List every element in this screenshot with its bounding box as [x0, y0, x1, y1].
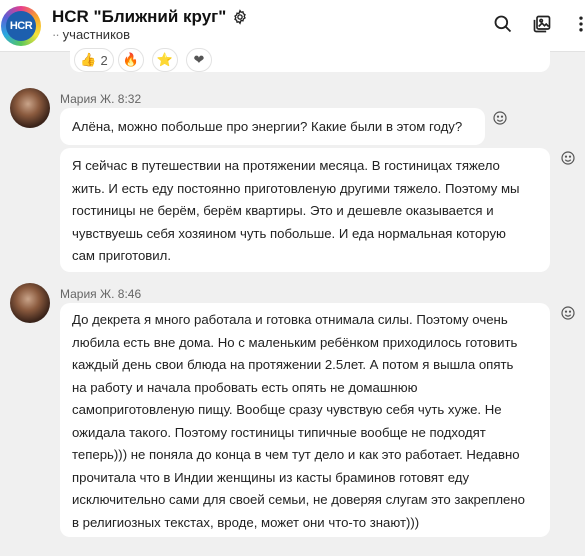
add-reaction-icon[interactable]	[560, 150, 576, 166]
message-line: самоприготовленую пищу. Вообще сразу чув…	[72, 402, 502, 417]
reaction-fire[interactable]: 🔥	[118, 48, 144, 72]
star-icon: ⭐	[156, 52, 174, 67]
message-line: каждый день свои блюда на протяжении 2.5…	[72, 357, 514, 372]
chat-logo-text: HCR	[6, 11, 36, 41]
media-gallery-icon[interactable]	[532, 14, 552, 34]
message-bubble[interactable]: До декрета я много работала и готовка от…	[60, 303, 550, 537]
message-line: чувствуешь себя хозяином чуть побольше. …	[72, 225, 506, 241]
previous-message-reactions: 👍 2 🔥 ⭐ ❤	[70, 48, 550, 72]
message-line: сам приготовил.	[72, 248, 172, 263]
message-header: Мария Ж. 8:46	[60, 287, 141, 301]
message-line: гостиницы не берём, берём квартиры. Это …	[72, 203, 494, 218]
message-text: Алёна, можно побольше про энергии? Какие…	[72, 119, 463, 134]
reaction-heart[interactable]: ❤	[186, 48, 212, 72]
thumbs-up-icon: 👍	[80, 52, 97, 67]
chat-title-row[interactable]: HCR "Ближний круг"	[52, 7, 248, 27]
member-count-label: участников	[62, 27, 131, 42]
message-line: ожидала такого. Поэтому гостиницы типичн…	[72, 424, 486, 440]
add-reaction-icon[interactable]	[560, 305, 576, 321]
message-line: исключительно сами для своей семьи, не д…	[72, 492, 526, 507]
chat-title[interactable]: HCR "Ближний круг"	[52, 7, 226, 27]
author-name[interactable]: Мария Ж.	[60, 287, 114, 301]
chat-avatar[interactable]: HCR	[1, 6, 41, 46]
message-time: 8:46	[117, 287, 142, 301]
heart-icon: ❤	[193, 52, 205, 67]
message-line: любила есть вне дома. Но с маленьким реб…	[72, 334, 518, 350]
member-count: ·· участников	[52, 27, 130, 42]
more-menu-icon[interactable]	[571, 14, 585, 34]
message-header: Мария Ж. 8:32	[60, 92, 141, 106]
chat-header: HCR HCR "Ближний круг" ·· участников	[0, 0, 585, 52]
search-icon[interactable]	[493, 14, 513, 34]
gear-icon[interactable]	[232, 9, 248, 25]
message-line: на работу и начала пробовать есть опять …	[72, 379, 418, 395]
avatar[interactable]	[10, 88, 50, 128]
message-bubble[interactable]: Я сейчас в путешествии на протяжении мес…	[60, 148, 550, 272]
avatar[interactable]	[10, 283, 50, 323]
message-line: До декрета я много работала и готовка от…	[72, 312, 508, 327]
reaction-thumbs-up[interactable]: 👍 2	[74, 48, 114, 72]
message-line: Я сейчас в путешествии на протяжении мес…	[72, 158, 500, 173]
reaction-star[interactable]: ⭐	[152, 48, 178, 72]
member-count-value: ··	[52, 27, 60, 42]
reaction-count: 2	[100, 52, 108, 68]
message-line: в религиозных текстах, вроде, может они …	[72, 514, 420, 530]
message-time: 8:32	[117, 92, 142, 106]
author-name[interactable]: Мария Ж.	[60, 92, 114, 106]
message-line: жить. И есть еду постоянно приготовленую…	[72, 180, 520, 196]
add-reaction-icon[interactable]	[492, 110, 508, 126]
fire-icon: 🔥	[122, 52, 140, 67]
message-bubble[interactable]: Алёна, можно побольше про энергии? Какие…	[60, 108, 485, 145]
message-line: прочитала что в Индии женщины из касты б…	[72, 469, 470, 485]
message-line: теперь))) не поняла до конца в чем тут д…	[72, 447, 520, 462]
